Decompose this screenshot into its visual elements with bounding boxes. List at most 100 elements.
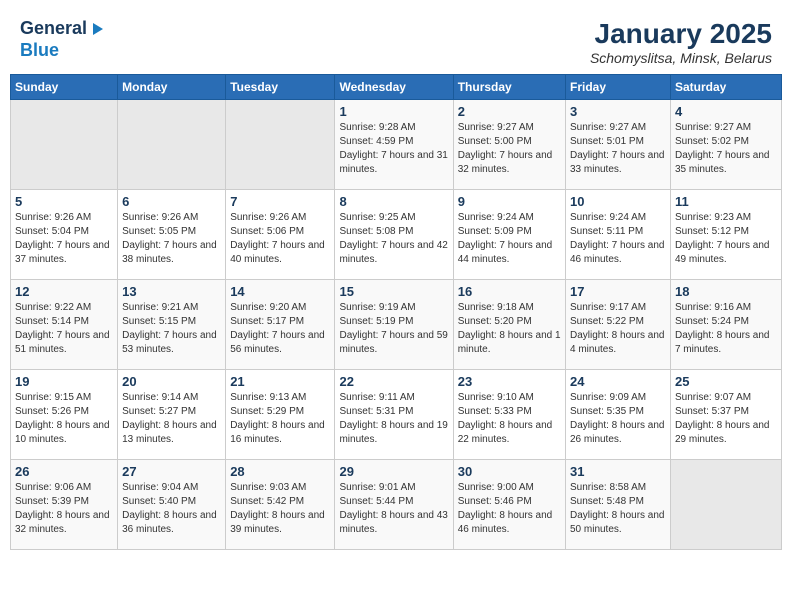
day-cell: 3 Sunrise: 9:27 AM Sunset: 5:01 PM Dayli…: [565, 100, 670, 190]
day-cell: 8 Sunrise: 9:25 AM Sunset: 5:08 PM Dayli…: [335, 190, 453, 280]
day-number: 11: [675, 194, 777, 209]
day-cell: 21 Sunrise: 9:13 AM Sunset: 5:29 PM Dayl…: [226, 370, 335, 460]
day-cell: 31 Sunrise: 8:58 AM Sunset: 5:48 PM Dayl…: [565, 460, 670, 550]
day-cell: 19 Sunrise: 9:15 AM Sunset: 5:26 PM Dayl…: [11, 370, 118, 460]
day-number: 25: [675, 374, 777, 389]
day-cell: 14 Sunrise: 9:20 AM Sunset: 5:17 PM Dayl…: [226, 280, 335, 370]
day-info: Sunrise: 9:10 AM Sunset: 5:33 PM Dayligh…: [458, 391, 561, 447]
day-cell: 26 Sunrise: 9:06 AM Sunset: 5:39 PM Dayl…: [11, 460, 118, 550]
week-row-5: 26 Sunrise: 9:06 AM Sunset: 5:39 PM Dayl…: [11, 460, 782, 550]
day-cell: 20 Sunrise: 9:14 AM Sunset: 5:27 PM Dayl…: [118, 370, 226, 460]
day-number: 12: [15, 284, 113, 299]
logo-blue: Blue: [20, 40, 59, 60]
week-row-2: 5 Sunrise: 9:26 AM Sunset: 5:04 PM Dayli…: [11, 190, 782, 280]
day-number: 5: [15, 194, 113, 209]
day-number: 7: [230, 194, 330, 209]
week-row-3: 12 Sunrise: 9:22 AM Sunset: 5:14 PM Dayl…: [11, 280, 782, 370]
header-cell-monday: Monday: [118, 75, 226, 100]
day-info: Sunrise: 9:24 AM Sunset: 5:09 PM Dayligh…: [458, 211, 561, 267]
day-cell: 25 Sunrise: 9:07 AM Sunset: 5:37 PM Dayl…: [670, 370, 781, 460]
day-cell: 7 Sunrise: 9:26 AM Sunset: 5:06 PM Dayli…: [226, 190, 335, 280]
day-number: 6: [122, 194, 221, 209]
header-cell-wednesday: Wednesday: [335, 75, 453, 100]
day-cell: 13 Sunrise: 9:21 AM Sunset: 5:15 PM Dayl…: [118, 280, 226, 370]
week-row-1: 1 Sunrise: 9:28 AM Sunset: 4:59 PM Dayli…: [11, 100, 782, 190]
day-cell: 5 Sunrise: 9:26 AM Sunset: 5:04 PM Dayli…: [11, 190, 118, 280]
day-info: Sunrise: 9:26 AM Sunset: 5:06 PM Dayligh…: [230, 211, 330, 267]
logo: General Blue: [20, 18, 105, 61]
day-number: 30: [458, 464, 561, 479]
day-cell: 17 Sunrise: 9:17 AM Sunset: 5:22 PM Dayl…: [565, 280, 670, 370]
day-info: Sunrise: 9:17 AM Sunset: 5:22 PM Dayligh…: [570, 301, 666, 357]
day-info: Sunrise: 9:09 AM Sunset: 5:35 PM Dayligh…: [570, 391, 666, 447]
title-area: January 2025 Schomyslitsa, Minsk, Belaru…: [590, 18, 772, 66]
day-info: Sunrise: 9:26 AM Sunset: 5:04 PM Dayligh…: [15, 211, 113, 267]
day-cell: [226, 100, 335, 190]
day-number: 9: [458, 194, 561, 209]
day-number: 28: [230, 464, 330, 479]
day-cell: 16 Sunrise: 9:18 AM Sunset: 5:20 PM Dayl…: [453, 280, 565, 370]
day-number: 10: [570, 194, 666, 209]
calendar-body: 1 Sunrise: 9:28 AM Sunset: 4:59 PM Dayli…: [11, 100, 782, 550]
logo-arrow-icon: [89, 21, 105, 37]
day-info: Sunrise: 8:58 AM Sunset: 5:48 PM Dayligh…: [570, 481, 666, 537]
day-info: Sunrise: 9:22 AM Sunset: 5:14 PM Dayligh…: [15, 301, 113, 357]
day-info: Sunrise: 9:13 AM Sunset: 5:29 PM Dayligh…: [230, 391, 330, 447]
day-number: 2: [458, 104, 561, 119]
month-title: January 2025: [590, 18, 772, 50]
day-cell: 9 Sunrise: 9:24 AM Sunset: 5:09 PM Dayli…: [453, 190, 565, 280]
day-number: 4: [675, 104, 777, 119]
day-info: Sunrise: 9:03 AM Sunset: 5:42 PM Dayligh…: [230, 481, 330, 537]
day-number: 15: [339, 284, 448, 299]
day-cell: 6 Sunrise: 9:26 AM Sunset: 5:05 PM Dayli…: [118, 190, 226, 280]
day-number: 16: [458, 284, 561, 299]
day-cell: 1 Sunrise: 9:28 AM Sunset: 4:59 PM Dayli…: [335, 100, 453, 190]
day-info: Sunrise: 9:20 AM Sunset: 5:17 PM Dayligh…: [230, 301, 330, 357]
day-number: 23: [458, 374, 561, 389]
calendar-header: SundayMondayTuesdayWednesdayThursdayFrid…: [11, 75, 782, 100]
day-info: Sunrise: 9:24 AM Sunset: 5:11 PM Dayligh…: [570, 211, 666, 267]
day-cell: 4 Sunrise: 9:27 AM Sunset: 5:02 PM Dayli…: [670, 100, 781, 190]
day-number: 19: [15, 374, 113, 389]
day-cell: 10 Sunrise: 9:24 AM Sunset: 5:11 PM Dayl…: [565, 190, 670, 280]
day-info: Sunrise: 9:27 AM Sunset: 5:00 PM Dayligh…: [458, 121, 561, 177]
day-info: Sunrise: 9:11 AM Sunset: 5:31 PM Dayligh…: [339, 391, 448, 447]
day-cell: [11, 100, 118, 190]
day-info: Sunrise: 9:21 AM Sunset: 5:15 PM Dayligh…: [122, 301, 221, 357]
week-row-4: 19 Sunrise: 9:15 AM Sunset: 5:26 PM Dayl…: [11, 370, 782, 460]
day-cell: 2 Sunrise: 9:27 AM Sunset: 5:00 PM Dayli…: [453, 100, 565, 190]
day-number: 29: [339, 464, 448, 479]
day-number: 21: [230, 374, 330, 389]
day-cell: [670, 460, 781, 550]
day-info: Sunrise: 9:07 AM Sunset: 5:37 PM Dayligh…: [675, 391, 777, 447]
header-cell-tuesday: Tuesday: [226, 75, 335, 100]
day-info: Sunrise: 9:27 AM Sunset: 5:01 PM Dayligh…: [570, 121, 666, 177]
day-cell: 15 Sunrise: 9:19 AM Sunset: 5:19 PM Dayl…: [335, 280, 453, 370]
day-number: 26: [15, 464, 113, 479]
day-number: 17: [570, 284, 666, 299]
header-cell-sunday: Sunday: [11, 75, 118, 100]
day-info: Sunrise: 9:18 AM Sunset: 5:20 PM Dayligh…: [458, 301, 561, 357]
day-cell: 24 Sunrise: 9:09 AM Sunset: 5:35 PM Dayl…: [565, 370, 670, 460]
calendar-table: SundayMondayTuesdayWednesdayThursdayFrid…: [10, 74, 782, 550]
day-info: Sunrise: 9:23 AM Sunset: 5:12 PM Dayligh…: [675, 211, 777, 267]
header-cell-thursday: Thursday: [453, 75, 565, 100]
day-number: 1: [339, 104, 448, 119]
day-number: 31: [570, 464, 666, 479]
day-info: Sunrise: 9:15 AM Sunset: 5:26 PM Dayligh…: [15, 391, 113, 447]
day-number: 20: [122, 374, 221, 389]
day-cell: 29 Sunrise: 9:01 AM Sunset: 5:44 PM Dayl…: [335, 460, 453, 550]
day-info: Sunrise: 9:27 AM Sunset: 5:02 PM Dayligh…: [675, 121, 777, 177]
day-cell: 22 Sunrise: 9:11 AM Sunset: 5:31 PM Dayl…: [335, 370, 453, 460]
day-cell: 28 Sunrise: 9:03 AM Sunset: 5:42 PM Dayl…: [226, 460, 335, 550]
day-info: Sunrise: 9:06 AM Sunset: 5:39 PM Dayligh…: [15, 481, 113, 537]
day-info: Sunrise: 9:01 AM Sunset: 5:44 PM Dayligh…: [339, 481, 448, 537]
header-cell-saturday: Saturday: [670, 75, 781, 100]
day-number: 14: [230, 284, 330, 299]
page-header: General Blue January 2025 Schomyslitsa, …: [10, 10, 782, 74]
day-cell: [118, 100, 226, 190]
day-info: Sunrise: 9:04 AM Sunset: 5:40 PM Dayligh…: [122, 481, 221, 537]
day-cell: 11 Sunrise: 9:23 AM Sunset: 5:12 PM Dayl…: [670, 190, 781, 280]
day-cell: 23 Sunrise: 9:10 AM Sunset: 5:33 PM Dayl…: [453, 370, 565, 460]
day-info: Sunrise: 9:19 AM Sunset: 5:19 PM Dayligh…: [339, 301, 448, 357]
